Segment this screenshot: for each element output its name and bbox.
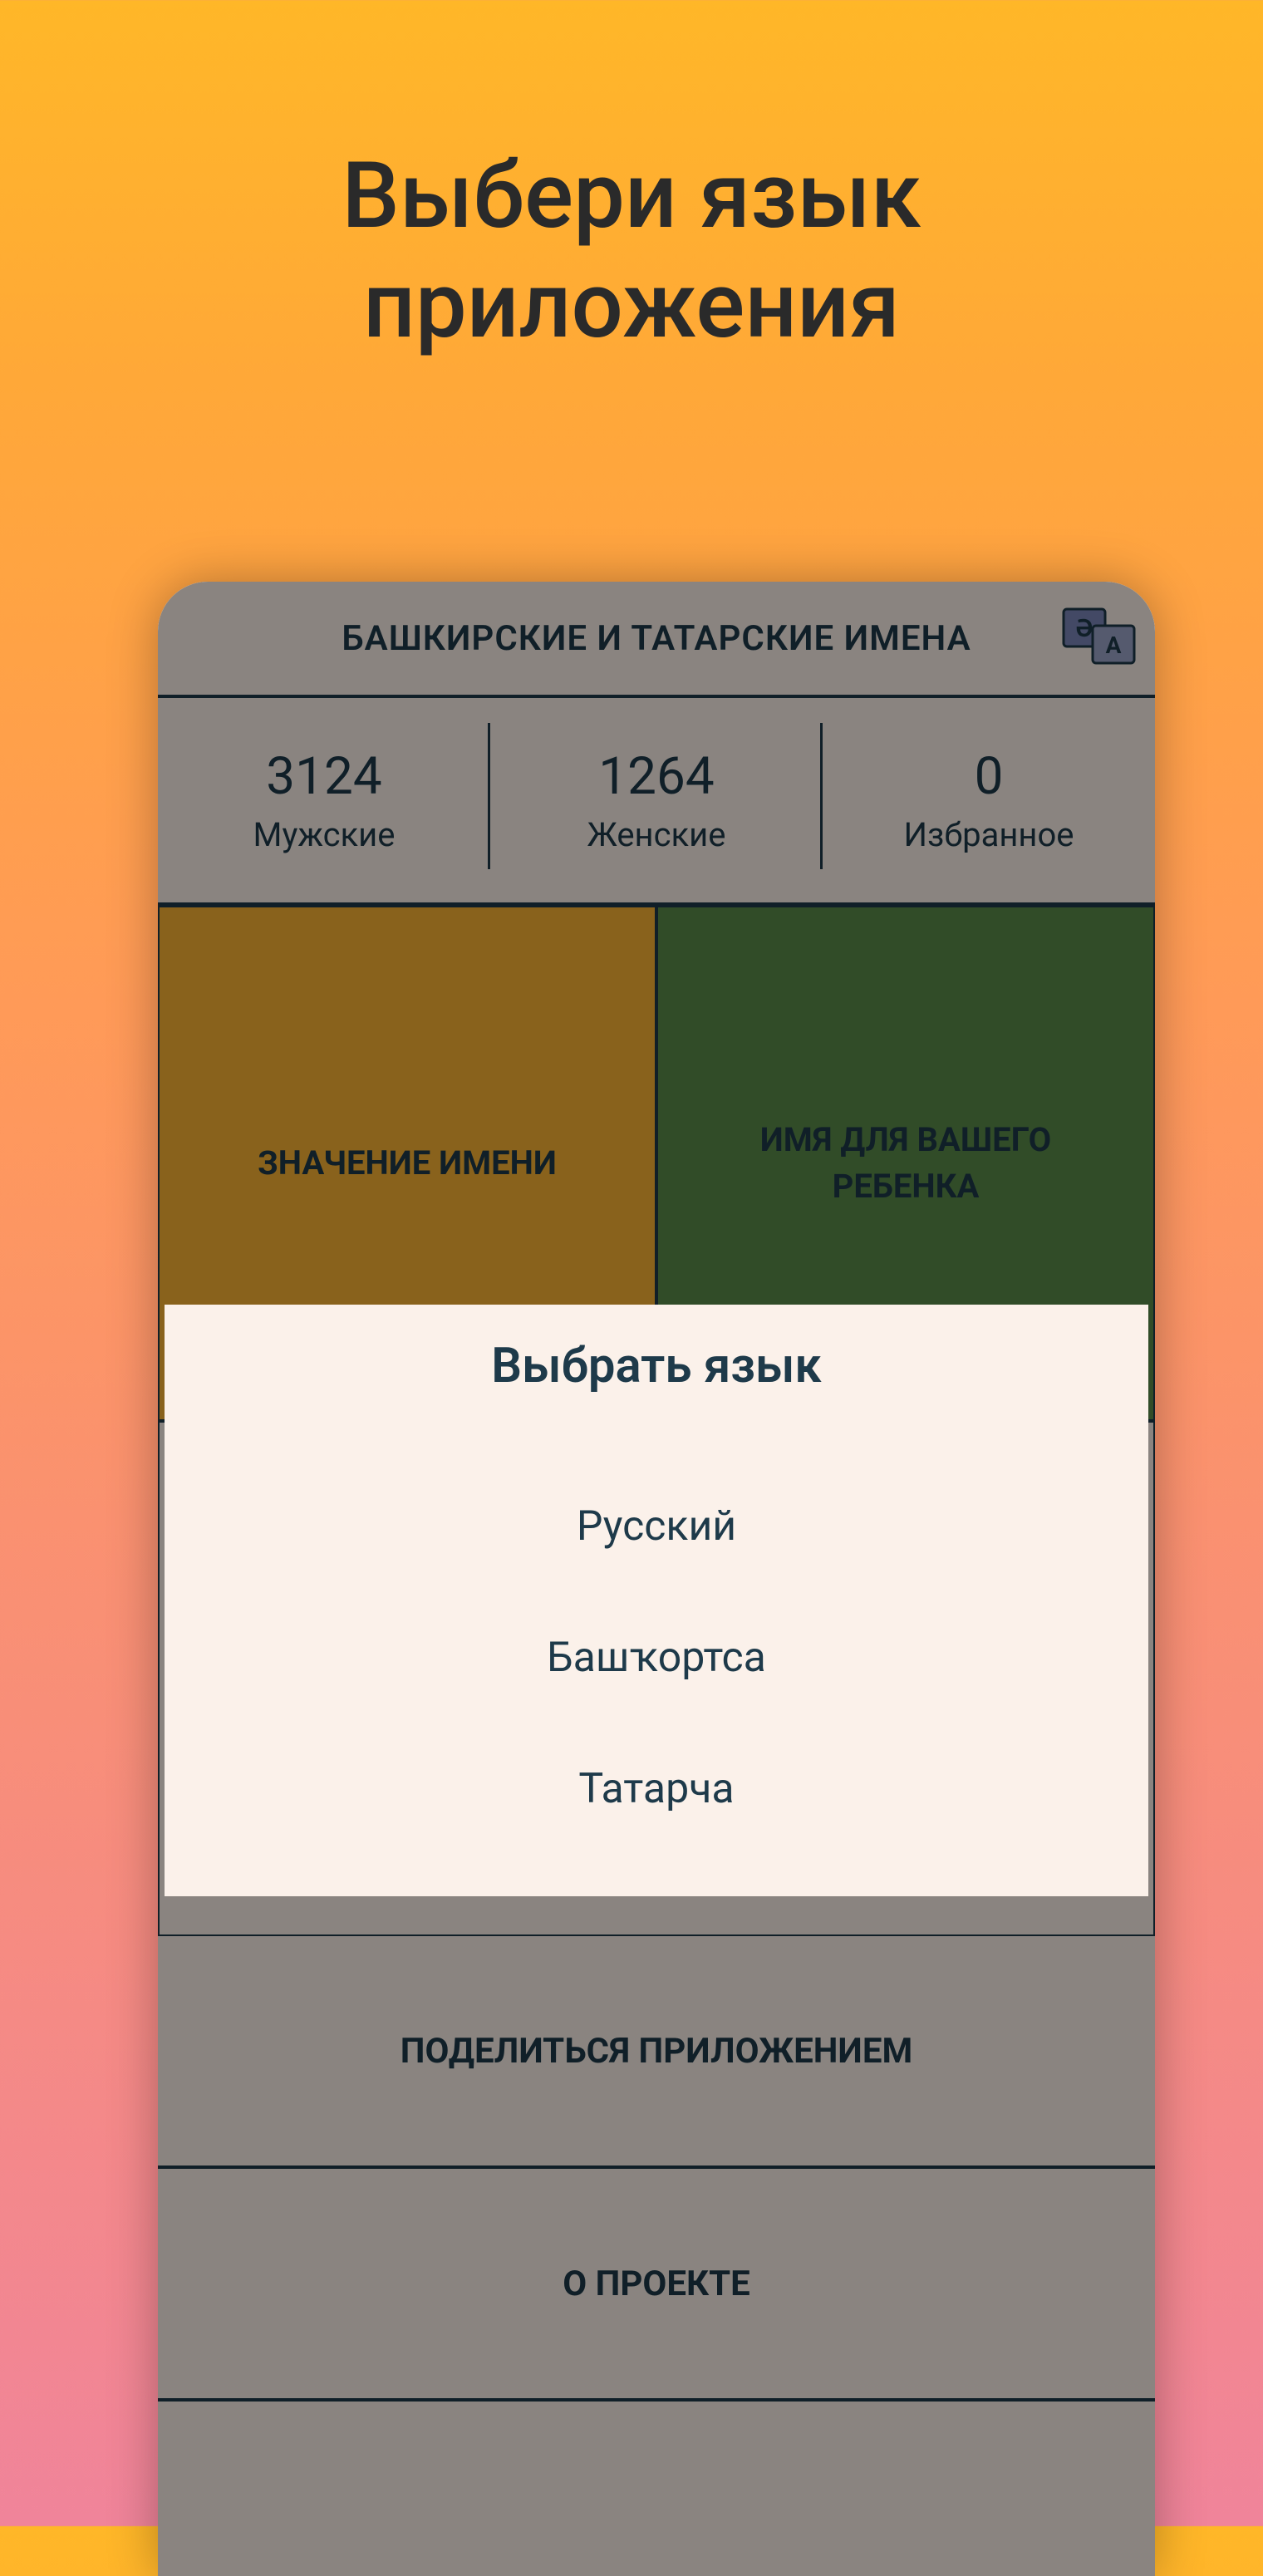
phone-mockup: БАШКИРСКИЕ И ТАТАРСКИЕ ИМЕНА Ә А 3124 Му… — [158, 582, 1155, 2576]
promo-title: Выбери язык приложения — [0, 0, 1263, 361]
lang-option-russian[interactable]: Русский — [165, 1461, 1148, 1592]
lang-option-tatar[interactable]: Татарча — [165, 1723, 1148, 1855]
dialog-title: Выбрать язык — [165, 1338, 1148, 1394]
language-dialog: Выбрать язык Русский Башҡортса Татарча — [165, 1305, 1148, 1896]
app-screen: БАШКИРСКИЕ И ТАТАРСКИЕ ИМЕНА Ә А 3124 Му… — [158, 582, 1155, 2576]
lang-option-bashkir[interactable]: Башҡортса — [165, 1592, 1148, 1723]
promo-title-line2: приложения — [0, 251, 1263, 361]
promo-title-line1: Выбери язык — [0, 141, 1263, 251]
